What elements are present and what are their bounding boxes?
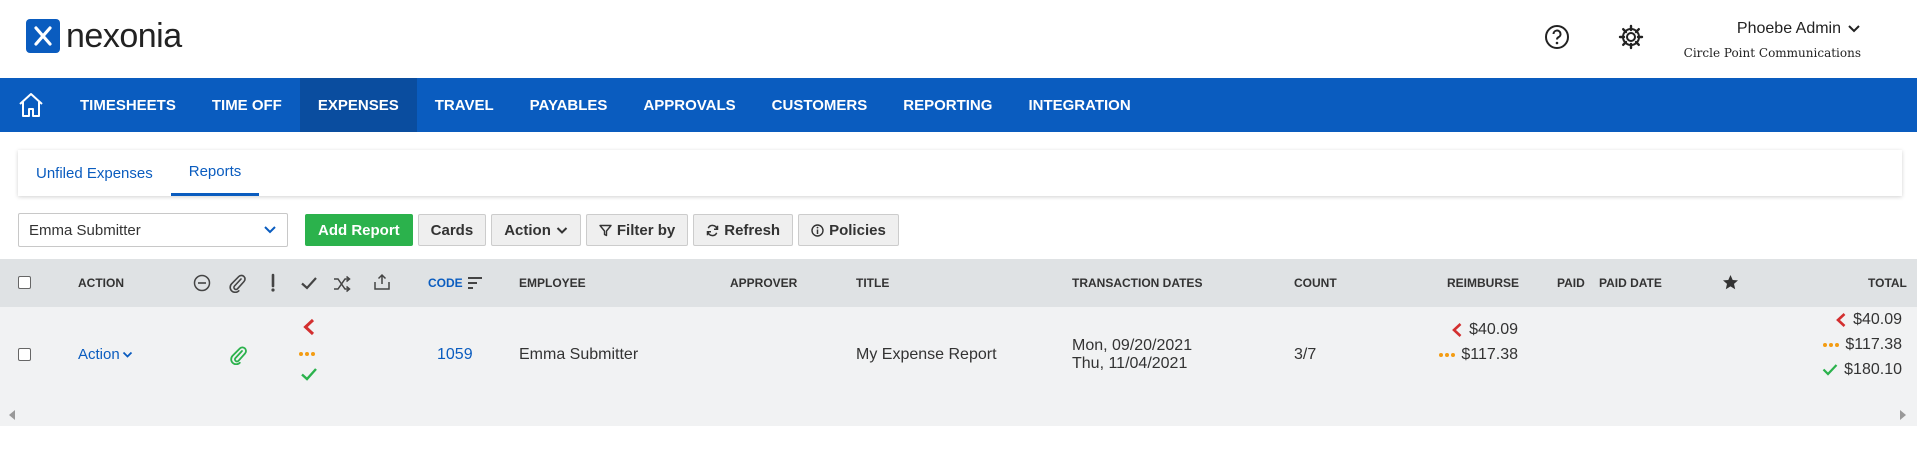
- refresh-icon: [706, 224, 719, 236]
- scroll-left-icon[interactable]: [8, 410, 16, 420]
- returned-status-icon: [1452, 322, 1462, 337]
- header-paid[interactable]: PAID: [1557, 259, 1585, 307]
- header-code-label: CODE: [428, 276, 463, 290]
- add-report-label: Add Report: [318, 221, 400, 239]
- nav-timesheets[interactable]: TIMESHEETS: [62, 78, 194, 132]
- header-code[interactable]: CODE: [428, 259, 483, 307]
- info-icon: [811, 223, 824, 237]
- header-total[interactable]: TOTAL: [1868, 259, 1907, 307]
- header-transaction-dates[interactable]: TRANSACTION DATES: [1072, 259, 1202, 307]
- pending-status-icon: [1823, 342, 1840, 347]
- report-toolbar: Emma Submitter Add Report Cards Action F…: [18, 213, 899, 247]
- header-action: ACTION: [78, 276, 124, 290]
- help-circle-icon[interactable]: [1544, 24, 1570, 50]
- row-action-menu[interactable]: Action: [78, 346, 133, 363]
- policies-button[interactable]: Policies: [798, 214, 899, 246]
- approved-status-icon: [300, 367, 318, 387]
- shuffle-icon[interactable]: [333, 275, 351, 298]
- action-label: Action: [504, 221, 551, 239]
- chevron-down-icon: [1848, 25, 1860, 33]
- filter-icon: [599, 224, 612, 236]
- nav-travel[interactable]: TRAVEL: [417, 78, 512, 132]
- chevron-down-icon: [122, 351, 132, 358]
- employee-select-value: Emma Submitter: [29, 221, 141, 239]
- attachment-icon[interactable]: [228, 273, 246, 298]
- refresh-button[interactable]: Refresh: [693, 214, 794, 246]
- logo-mark-icon: [26, 19, 60, 53]
- top-header: nexonia Phoebe Admin Circle Point Commun…: [0, 0, 1917, 77]
- date-start: Mon, 09/20/2021: [1072, 337, 1193, 354]
- nav-integration[interactable]: INTEGRATION: [1010, 78, 1148, 132]
- employee-name: Emma Submitter: [519, 346, 639, 363]
- returned-status-icon: [1836, 312, 1846, 327]
- sort-icon: [467, 277, 482, 289]
- header-approver[interactable]: APPROVER: [730, 259, 797, 307]
- tab-reports[interactable]: Reports: [170, 150, 260, 196]
- header-employee[interactable]: EMPLOYEE: [519, 259, 586, 307]
- total-approved: $180.10: [1844, 360, 1902, 378]
- user-menu[interactable]: Phoebe Admin Circle Point Communications: [1684, 20, 1861, 60]
- user-name: Phoebe Admin: [1736, 20, 1841, 37]
- exclamation-icon[interactable]: [268, 273, 278, 298]
- chevron-down-icon: [264, 226, 276, 234]
- returned-status-icon: [302, 318, 316, 341]
- gear-icon[interactable]: [1618, 24, 1644, 50]
- item-count: 3/7: [1294, 346, 1317, 363]
- filter-by-button[interactable]: Filter by: [585, 214, 689, 246]
- reimburse-returned: $40.09: [1469, 320, 1518, 338]
- nav-approvals[interactable]: APPROVALS: [625, 78, 753, 132]
- action-menu-button[interactable]: Action: [491, 214, 581, 246]
- transaction-dates: Mon, 09/20/2021 Thu, 11/04/2021: [1072, 337, 1192, 373]
- horizontal-scrollbar[interactable]: [0, 404, 1917, 426]
- report-code-link[interactable]: 1059: [437, 346, 473, 364]
- date-end: Thu, 11/04/2021: [1072, 355, 1188, 372]
- cards-button[interactable]: Cards: [417, 214, 487, 246]
- total-returned: $40.09: [1853, 310, 1902, 328]
- cards-label: Cards: [430, 221, 474, 239]
- refresh-label: Refresh: [724, 221, 781, 239]
- logo-text: nexonia: [66, 17, 182, 55]
- header-reimburse[interactable]: REIMBURSE: [1447, 259, 1519, 307]
- employee-select[interactable]: Emma Submitter: [18, 213, 288, 247]
- pending-status-icon: [299, 343, 315, 361]
- scroll-right-icon[interactable]: [1899, 410, 1907, 420]
- reimburse-amounts: $40.09 $117.38: [1398, 317, 1518, 367]
- nav-time-off[interactable]: TIME OFF: [194, 78, 300, 132]
- row-action-label: Action: [78, 346, 120, 363]
- total-amounts: $40.09 $117.38 $180.10: [1782, 307, 1902, 382]
- header-count[interactable]: COUNT: [1294, 259, 1337, 307]
- main-nav: TIMESHEETS TIME OFF EXPENSES TRAVEL PAYA…: [0, 78, 1917, 132]
- company-name: Circle Point Communications: [1683, 46, 1861, 60]
- expense-subtabs: Unfiled Expenses Reports: [18, 150, 1902, 196]
- reimburse-pending: $117.38: [1461, 345, 1518, 363]
- nav-customers[interactable]: CUSTOMERS: [754, 78, 886, 132]
- row-checkbox[interactable]: [18, 348, 31, 361]
- total-pending: $117.38: [1845, 335, 1902, 353]
- nexonia-logo[interactable]: nexonia: [26, 19, 182, 53]
- header-title[interactable]: TITLE: [856, 259, 889, 307]
- nav-reporting[interactable]: REPORTING: [885, 78, 1010, 132]
- attachment-icon[interactable]: [229, 345, 247, 370]
- policies-label: Policies: [829, 221, 886, 239]
- minus-circle-icon[interactable]: [193, 274, 211, 297]
- reports-table-header: ACTION CODE EMPLOYEE APPROVER TITLE TRAN…: [0, 259, 1917, 307]
- table-row[interactable]: Action 1059 Emma Submitter My Expense Re…: [0, 307, 1917, 404]
- star-icon[interactable]: [1722, 274, 1739, 296]
- nav-payables[interactable]: PAYABLES: [512, 78, 626, 132]
- filter-label: Filter by: [616, 221, 676, 239]
- select-all-checkbox[interactable]: [18, 276, 31, 289]
- header-paid-date[interactable]: PAID DATE: [1599, 259, 1662, 307]
- check-icon[interactable]: [300, 274, 318, 297]
- nav-expenses[interactable]: EXPENSES: [299, 78, 417, 132]
- home-icon[interactable]: [0, 78, 62, 132]
- add-report-button[interactable]: Add Report: [305, 214, 413, 246]
- pending-status-icon: [1439, 352, 1456, 357]
- report-title: My Expense Report: [856, 346, 997, 363]
- chevron-down-icon: [556, 226, 568, 234]
- export-icon[interactable]: [373, 273, 391, 296]
- tab-unfiled-expenses[interactable]: Unfiled Expenses: [18, 150, 171, 196]
- approved-status-icon: [1822, 364, 1838, 376]
